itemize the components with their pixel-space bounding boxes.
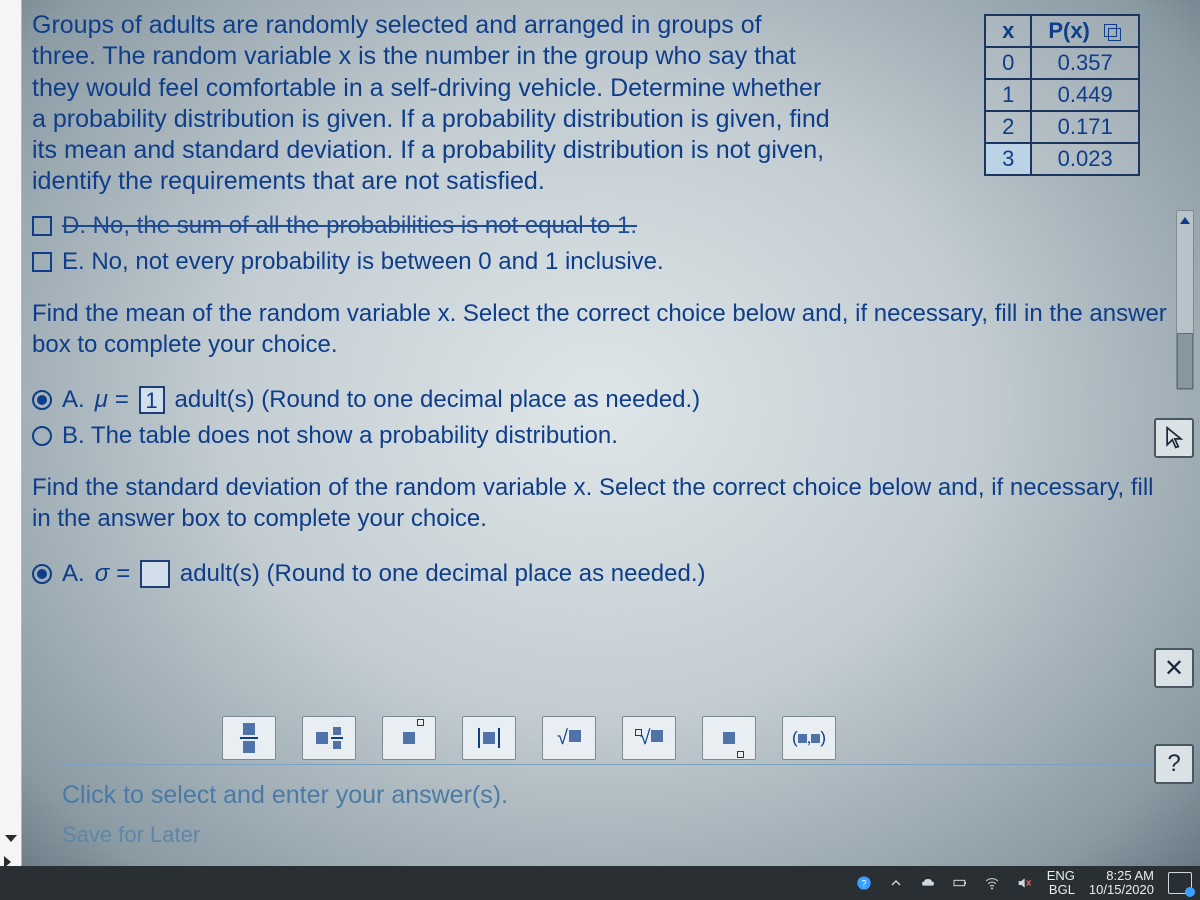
- close-icon: ✕: [1164, 654, 1184, 683]
- close-panel-button[interactable]: ✕: [1154, 648, 1194, 688]
- system-clock[interactable]: 8:25 AM 10/15/2020: [1089, 869, 1154, 896]
- checkbox-d[interactable]: [32, 216, 52, 236]
- cell-x: 0: [985, 47, 1031, 79]
- action-center-icon[interactable]: [1168, 872, 1192, 894]
- help-button[interactable]: ?: [1154, 744, 1194, 784]
- mean-option-a[interactable]: A. μ = 1 adult(s) (Round to one decimal …: [32, 386, 1172, 414]
- sd-a-suffix: adult(s) (Round to one decimal place as …: [180, 560, 706, 588]
- wifi-icon[interactable]: [983, 874, 1001, 892]
- option-d-label: D. No, the sum of all the probabilities …: [62, 212, 637, 240]
- question-prompt: Groups of adults are randomly selected a…: [32, 10, 832, 198]
- px-label: P(x): [1048, 18, 1090, 43]
- math-exponent-button[interactable]: [382, 716, 436, 760]
- mean-a-prefix: A.: [62, 386, 85, 414]
- sd-input[interactable]: [140, 560, 170, 588]
- option-d-row[interactable]: D. No, the sum of all the probabilities …: [32, 212, 1172, 240]
- cell-px: 0.171: [1031, 111, 1139, 143]
- radio-sd-a[interactable]: [32, 564, 52, 584]
- save-for-later-link[interactable]: Save for Later: [62, 822, 200, 848]
- cell-px: 0.357: [1031, 47, 1139, 79]
- mu-symbol: μ =: [95, 386, 129, 414]
- math-mixed-fraction-button[interactable]: [302, 716, 356, 760]
- table-row: 3 0.023: [985, 143, 1139, 175]
- scroll-thumb[interactable]: [1177, 333, 1193, 389]
- radio-mean-b[interactable]: [32, 426, 52, 446]
- mean-a-suffix: adult(s) (Round to one decimal place as …: [175, 386, 701, 414]
- sd-option-a[interactable]: A. σ = adult(s) (Round to one decimal pl…: [32, 560, 1172, 588]
- col-px-header: P(x): [1031, 15, 1139, 47]
- table-header-row: x P(x): [985, 15, 1139, 47]
- table-row: 1 0.449: [985, 79, 1139, 111]
- math-coord-button[interactable]: (,): [782, 716, 836, 760]
- cell-px: 0.449: [1031, 79, 1139, 111]
- hint-text: Click to select and enter your answer(s)…: [62, 764, 1170, 810]
- math-abs-button[interactable]: [462, 716, 516, 760]
- mean-prompt: Find the mean of the random variable x. …: [32, 298, 1172, 360]
- cell-x: 2: [985, 111, 1031, 143]
- svg-text:?: ?: [861, 878, 866, 888]
- panel-scrollbar[interactable]: [1176, 210, 1194, 390]
- windows-taskbar: ? ENG BGL 8:25 AM 10/15/2020: [0, 866, 1200, 900]
- sigma-symbol: σ =: [95, 560, 130, 588]
- cell-px: 0.023: [1031, 143, 1139, 175]
- question-panel: Groups of adults are randomly selected a…: [22, 0, 1200, 870]
- cursor-icon: [1165, 426, 1183, 450]
- onedrive-icon[interactable]: [919, 874, 937, 892]
- checkbox-e[interactable]: [32, 252, 52, 272]
- help-icon: ?: [1167, 750, 1180, 778]
- scroll-up-icon[interactable]: [1177, 211, 1193, 229]
- help-tray-icon[interactable]: ?: [855, 874, 873, 892]
- left-scroll-rail: [0, 0, 22, 880]
- sd-a-prefix: A.: [62, 560, 85, 588]
- copy-table-icon[interactable]: [1104, 24, 1122, 40]
- cursor-tool-button[interactable]: [1154, 418, 1194, 458]
- volume-muted-icon[interactable]: [1015, 874, 1033, 892]
- table-row: 0 0.357: [985, 47, 1139, 79]
- math-sqrt-button[interactable]: √: [542, 716, 596, 760]
- question-header: Groups of adults are randomly selected a…: [32, 10, 1172, 198]
- mean-input[interactable]: 1: [139, 386, 165, 414]
- math-toolbar: √ √ (,): [222, 716, 836, 760]
- chevron-up-icon[interactable]: [887, 874, 905, 892]
- clock-time: 8:25 AM: [1089, 869, 1154, 883]
- col-x-header: x: [985, 15, 1031, 47]
- cell-x: 1: [985, 79, 1031, 111]
- clock-date: 10/15/2020: [1089, 883, 1154, 897]
- radio-mean-a[interactable]: [32, 390, 52, 410]
- probability-table: x P(x) 0 0.357 1 0.449 2 0.171 3 0.023: [984, 14, 1140, 176]
- lang-primary: ENG: [1047, 869, 1075, 883]
- math-nth-root-button[interactable]: √: [622, 716, 676, 760]
- battery-icon[interactable]: [951, 874, 969, 892]
- sd-prompt: Find the standard deviation of the rando…: [32, 472, 1172, 534]
- scroll-down-icon[interactable]: [5, 835, 17, 842]
- option-e-label: E. No, not every probability is between …: [62, 248, 664, 276]
- cell-x: 3: [985, 143, 1031, 175]
- math-fraction-button[interactable]: [222, 716, 276, 760]
- language-indicator[interactable]: ENG BGL: [1047, 869, 1075, 896]
- mean-b-label: B. The table does not show a probability…: [62, 422, 618, 450]
- mean-option-b[interactable]: B. The table does not show a probability…: [32, 422, 1172, 450]
- option-e-row[interactable]: E. No, not every probability is between …: [32, 248, 1172, 276]
- table-row: 2 0.171: [985, 111, 1139, 143]
- lang-secondary: BGL: [1047, 883, 1075, 897]
- math-subscript-button[interactable]: [702, 716, 756, 760]
